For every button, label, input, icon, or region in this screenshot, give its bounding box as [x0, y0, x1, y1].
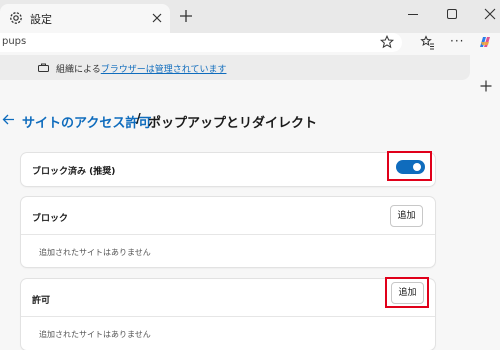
close-icon[interactable] — [151, 12, 163, 24]
card-divider — [21, 234, 435, 235]
toggle-knob — [413, 163, 421, 171]
allow-add-button[interactable]: 追加 — [391, 282, 424, 304]
block-title: ブロック — [32, 214, 69, 224]
add-highlight-box: 追加 — [385, 277, 429, 308]
tab-strip: 設定 — [0, 0, 500, 33]
window-close-icon[interactable] — [484, 8, 496, 20]
more-menu-icon[interactable]: ··· — [450, 34, 464, 48]
block-add-button[interactable]: 追加 — [390, 205, 423, 227]
tab-title: 設定 — [30, 13, 52, 26]
managed-text: 組織によるブラウザーは管理されています — [56, 62, 226, 75]
new-tab-icon[interactable] — [178, 8, 194, 24]
settings-page: 組織によるブラウザーは管理されています サイトのアクセス許可 / ポップアップと… — [0, 55, 500, 350]
allow-card: 許可 追加 追加されたサイトはありません — [21, 277, 435, 350]
add-sidebar-icon[interactable] — [480, 80, 492, 92]
tab-settings[interactable]: 設定 — [0, 4, 170, 33]
block-empty-text: 追加されたサイトはありません — [39, 248, 151, 257]
block-toggle[interactable] — [396, 160, 425, 174]
minimize-icon[interactable] — [408, 14, 418, 15]
blocked-recommended-card: ブロック済み (推奨) — [21, 151, 435, 186]
toggle-highlight-box — [387, 151, 432, 181]
briefcase-icon — [38, 63, 49, 72]
page-title: ポップアップとリダイレクト — [148, 116, 318, 131]
copilot-icon[interactable] — [477, 34, 493, 50]
managed-banner: 組織によるブラウザーは管理されています — [0, 55, 470, 80]
favorite-star-icon[interactable] — [380, 35, 394, 49]
back-arrow-icon[interactable] — [2, 113, 15, 126]
breadcrumb-separator: / — [136, 112, 141, 127]
gear-icon — [10, 12, 22, 24]
address-bar[interactable]: pups — [0, 33, 402, 52]
allow-empty-text: 追加されたサイトはありません — [39, 330, 151, 339]
allow-title: 許可 — [32, 296, 51, 306]
blocked-recommended-label: ブロック済み (推奨) — [32, 167, 116, 177]
managed-link[interactable]: ブラウザーは管理されています — [101, 65, 227, 75]
managed-prefix: 組織による — [56, 65, 101, 75]
breadcrumb-parent[interactable]: サイトのアクセス許可 — [22, 112, 151, 131]
toolbar: pups ··· — [0, 33, 500, 55]
favorites-icon[interactable] — [420, 35, 435, 50]
block-card: ブロック 追加 追加されたサイトはありません — [21, 197, 435, 267]
side-panel — [470, 55, 500, 350]
card-divider — [21, 316, 435, 317]
address-text: pups — [2, 36, 27, 47]
maximize-icon[interactable] — [447, 9, 457, 19]
